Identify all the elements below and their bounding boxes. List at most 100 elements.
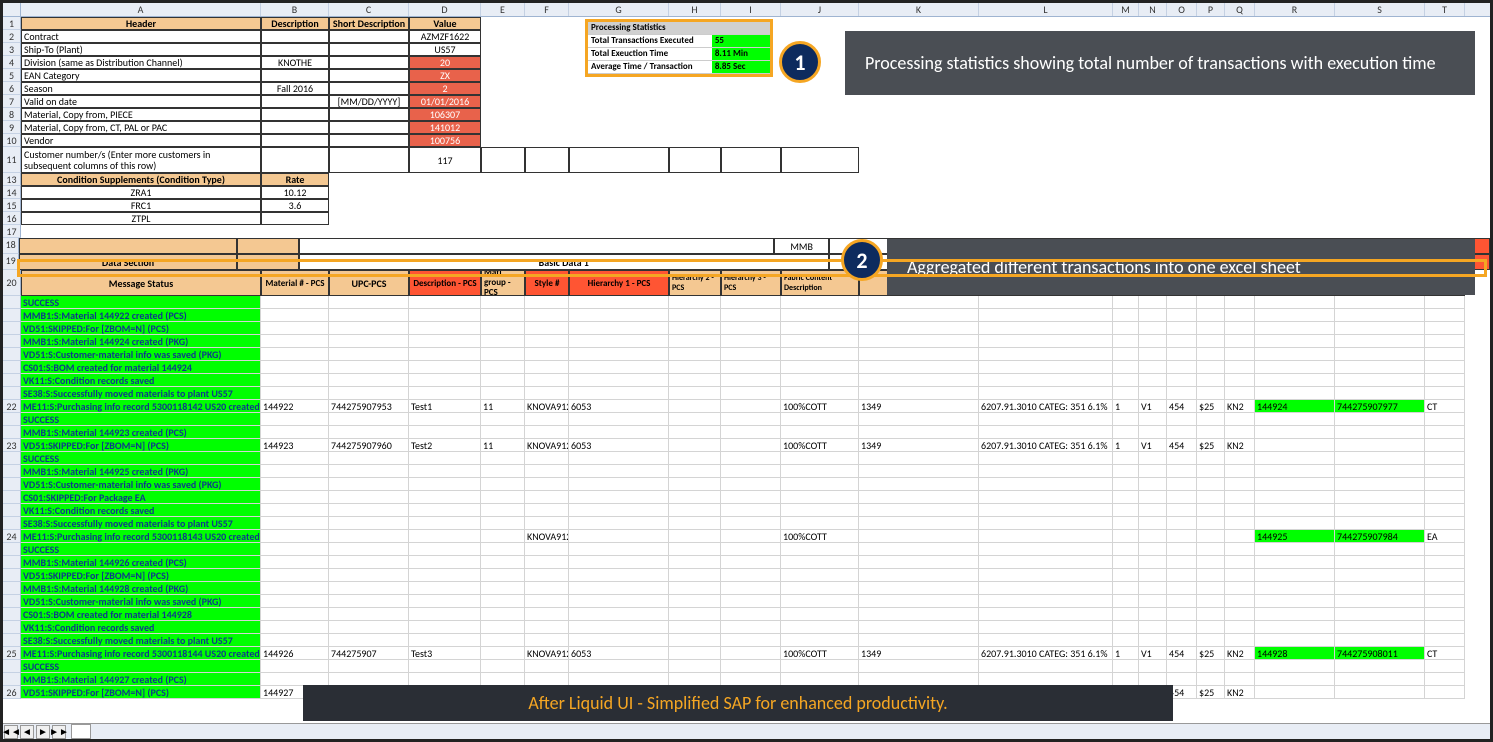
nav-prev-icon[interactable]: ◄ xyxy=(20,725,34,739)
data-cell[interactable]: V1 xyxy=(1139,647,1167,660)
field-short-desc[interactable] xyxy=(329,121,409,134)
row-header[interactable]: 18 xyxy=(3,238,19,254)
row-header[interactable]: 8 xyxy=(3,108,21,121)
data-cell[interactable]: 11 xyxy=(481,439,525,452)
row-header[interactable]: 20 xyxy=(3,270,21,296)
data-cell[interactable] xyxy=(721,400,781,413)
nav-next-icon[interactable]: ► xyxy=(36,725,50,739)
data-cell[interactable]: KNOVA912FLB xyxy=(525,400,569,413)
row-header[interactable] xyxy=(3,413,21,426)
data-cell[interactable]: 744275907977 xyxy=(1335,400,1425,413)
row-header[interactable] xyxy=(3,621,21,634)
data-cell[interactable]: 744275908011 xyxy=(1335,647,1425,660)
select-all-corner[interactable] xyxy=(3,3,21,16)
data-cell[interactable] xyxy=(569,530,669,543)
row-header[interactable] xyxy=(3,335,21,348)
condition-type[interactable]: FRC1 xyxy=(21,199,261,212)
field-value[interactable]: 100756 xyxy=(409,134,481,147)
data-cell[interactable] xyxy=(979,530,1113,543)
field-value[interactable]: US57 xyxy=(409,43,481,56)
field-value[interactable]: 2 xyxy=(409,82,481,95)
data-cell[interactable]: 1 xyxy=(1113,439,1139,452)
spreadsheet-grid[interactable]: 1 Header Description Short Description V… xyxy=(3,17,1490,699)
field-desc[interactable] xyxy=(261,108,329,121)
data-cell[interactable]: EA xyxy=(1425,530,1465,543)
row-header[interactable]: 16 xyxy=(3,212,21,225)
col-header-F[interactable]: F xyxy=(525,3,569,16)
row-header[interactable] xyxy=(3,309,21,322)
field-desc[interactable]: Fall 2016 xyxy=(261,82,329,95)
row-header[interactable]: 6 xyxy=(3,82,21,95)
field-short-desc[interactable] xyxy=(329,30,409,43)
data-cell[interactable]: 11 xyxy=(481,400,525,413)
data-cell[interactable]: 100%COTT xyxy=(781,400,859,413)
row-header[interactable] xyxy=(3,608,21,621)
data-cell[interactable]: 454 xyxy=(1167,439,1197,452)
row-header[interactable]: 19 xyxy=(3,254,19,270)
data-cell[interactable]: 1349 xyxy=(859,439,979,452)
data-cell[interactable]: 144926 xyxy=(261,647,329,660)
data-cell[interactable] xyxy=(481,647,525,660)
col-header-D[interactable]: D xyxy=(409,3,481,16)
data-cell[interactable] xyxy=(1335,439,1425,452)
condition-rate[interactable]: 10.12 xyxy=(261,186,329,199)
col-header-H[interactable]: H xyxy=(669,3,721,16)
data-cell[interactable]: V1 xyxy=(1139,400,1167,413)
data-cell[interactable]: KNOVA912FLB xyxy=(525,530,569,543)
row-header[interactable] xyxy=(3,322,21,335)
data-cell[interactable] xyxy=(669,647,721,660)
col-header-Q[interactable]: Q xyxy=(1225,3,1255,16)
data-cell[interactable]: 6207.91.3010 CATEG: 351 6.1% xyxy=(979,439,1113,452)
row-header[interactable] xyxy=(3,361,21,374)
row-header[interactable] xyxy=(3,582,21,595)
data-cell[interactable]: $25 xyxy=(1197,686,1225,699)
field-value[interactable]: ZX xyxy=(409,69,481,82)
data-cell[interactable]: 454 xyxy=(1167,400,1197,413)
data-cell[interactable] xyxy=(669,400,721,413)
field-short-desc[interactable] xyxy=(329,43,409,56)
field-desc[interactable]: KNOTHE xyxy=(261,56,329,69)
data-cell[interactable]: CT xyxy=(1425,647,1465,660)
row-header[interactable]: 2 xyxy=(3,30,21,43)
field-desc[interactable] xyxy=(261,30,329,43)
row-header[interactable] xyxy=(3,452,21,465)
condition-rate[interactable] xyxy=(261,212,329,225)
data-cell[interactable]: 744275907960 xyxy=(329,439,409,452)
col-header-C[interactable]: C xyxy=(329,3,409,16)
field-desc[interactable] xyxy=(261,43,329,56)
col-header-K[interactable]: K xyxy=(859,3,979,16)
data-cell[interactable]: 744275907 xyxy=(329,647,409,660)
row-header[interactable]: 9 xyxy=(3,121,21,134)
data-cell[interactable]: 100%COTT xyxy=(781,530,859,543)
data-cell[interactable] xyxy=(859,530,979,543)
data-cell[interactable]: 6207.91.3010 CATEG: 351 6.1% xyxy=(979,647,1113,660)
data-cell[interactable]: V1 xyxy=(1139,439,1167,452)
col-header-A[interactable]: A xyxy=(21,3,261,16)
data-cell[interactable] xyxy=(329,530,409,543)
row-header[interactable] xyxy=(3,595,21,608)
data-cell[interactable]: KN2 xyxy=(1225,439,1255,452)
data-cell[interactable]: Test1 xyxy=(409,400,481,413)
field-desc[interactable] xyxy=(261,69,329,82)
data-cell[interactable]: 6207.91.3010 CATEG: 351 6.1% xyxy=(979,400,1113,413)
condition-type[interactable]: ZTPL xyxy=(21,212,261,225)
data-cell[interactable] xyxy=(721,530,781,543)
customer-number-value[interactable]: 117 xyxy=(409,147,481,173)
col-header-E[interactable]: E xyxy=(481,3,525,16)
col-header-S[interactable]: S xyxy=(1335,3,1425,16)
row-header[interactable] xyxy=(3,374,21,387)
data-cell[interactable]: 1349 xyxy=(859,647,979,660)
field-value[interactable]: 141012 xyxy=(409,121,481,134)
sheet-tab[interactable] xyxy=(71,724,91,739)
field-short-desc[interactable] xyxy=(329,134,409,147)
row-header[interactable]: 7 xyxy=(3,95,21,108)
data-cell[interactable] xyxy=(1197,530,1225,543)
row-header[interactable]: 14 xyxy=(3,186,21,199)
data-cell[interactable]: $25 xyxy=(1197,400,1225,413)
data-cell[interactable]: $25 xyxy=(1197,647,1225,660)
data-cell[interactable] xyxy=(721,439,781,452)
row-header[interactable] xyxy=(3,491,21,504)
data-cell[interactable] xyxy=(1225,530,1255,543)
data-cell[interactable] xyxy=(1425,686,1465,699)
row-header[interactable] xyxy=(3,660,21,673)
